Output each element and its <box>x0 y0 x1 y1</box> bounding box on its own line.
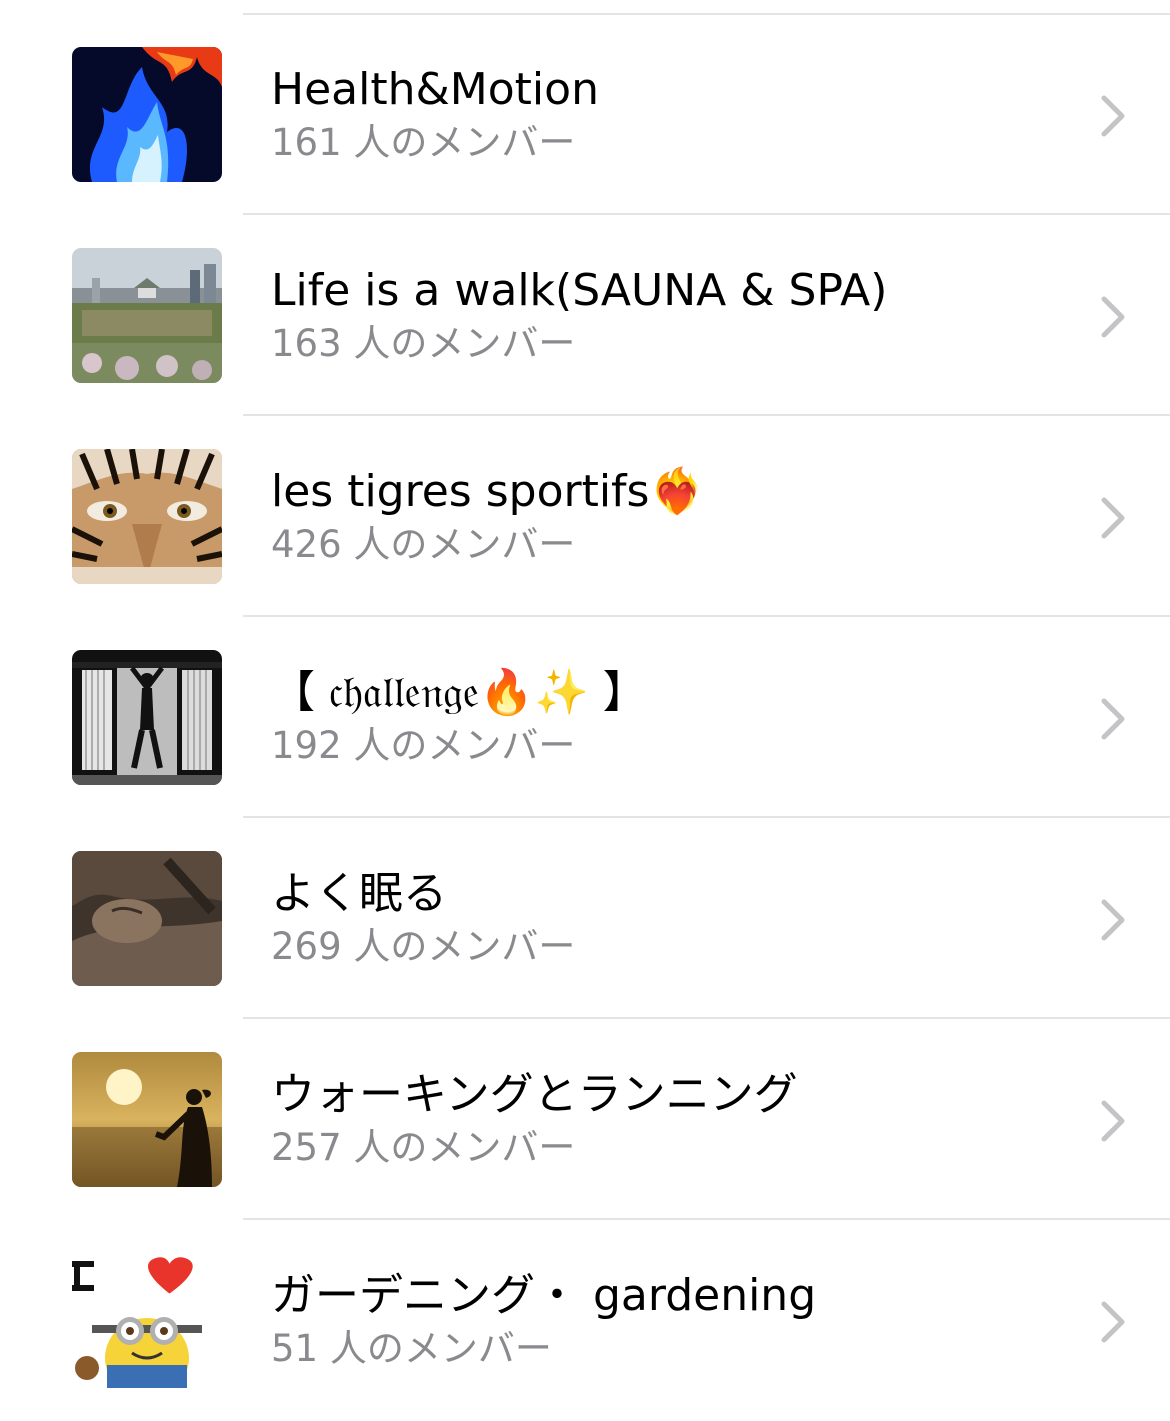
group-name: ウォーキングとランニング <box>271 1069 798 1120</box>
member-count: 269 人のメンバー <box>271 925 576 968</box>
city-castle-icon <box>72 248 222 383</box>
group-name: よく眠る <box>271 868 447 919</box>
group-thumbnail <box>72 449 222 584</box>
member-count: 51 人のメンバー <box>271 1327 552 1370</box>
sunset-runner-icon <box>72 1052 222 1187</box>
tiger-face-icon <box>72 449 222 584</box>
member-count: 426 人のメンバー <box>271 523 576 566</box>
member-count: 192 人のメンバー <box>271 724 576 767</box>
group-name: Health&Motion <box>271 64 599 115</box>
group-name: Life is a walk(SAUNA & SPA) <box>271 265 888 316</box>
member-count: 257 人のメンバー <box>271 1126 576 1169</box>
group-row[interactable]: 【 𝔠𝔥𝔞𝔩𝔩𝔢𝔫𝔤𝔢🔥✨ 】 192 人のメンバー <box>0 617 1170 818</box>
sleeping-cat-icon <box>72 851 222 986</box>
group-thumbnail <box>72 851 222 986</box>
blue-fire-icon <box>72 47 222 182</box>
chevron-right-icon <box>1096 496 1130 540</box>
group-name: ガーデニング・ gardening <box>271 1270 817 1321</box>
group-row[interactable]: よく眠る 269 人のメンバー <box>0 818 1170 1019</box>
chevron-right-icon <box>1096 898 1130 942</box>
group-row[interactable]: les tigres sportifs❤️‍🔥 426 人のメンバー <box>0 416 1170 617</box>
member-count: 163 人のメンバー <box>271 322 576 365</box>
chevron-right-icon <box>1096 295 1130 339</box>
group-thumbnail <box>72 650 222 785</box>
group-thumbnail <box>72 47 222 182</box>
chevron-right-icon <box>1096 697 1130 741</box>
group-thumbnail <box>72 248 222 383</box>
member-count: 161 人のメンバー <box>271 121 576 164</box>
group-list: Health&Motion 161 人のメンバー Life is a walk(… <box>0 14 1170 1421</box>
chevron-right-icon <box>1096 1099 1130 1143</box>
group-thumbnail <box>72 1052 222 1187</box>
group-thumbnail <box>72 1253 222 1388</box>
group-row[interactable]: Health&Motion 161 人のメンバー <box>0 14 1170 215</box>
group-name: 【 𝔠𝔥𝔞𝔩𝔩𝔢𝔫𝔤𝔢🔥✨ 】 <box>271 667 647 718</box>
group-row[interactable]: Life is a walk(SAUNA & SPA) 163 人のメンバー <box>0 215 1170 416</box>
group-name: les tigres sportifs❤️‍🔥 <box>271 466 705 517</box>
minion-heart-icon <box>72 1253 222 1388</box>
chevron-right-icon <box>1096 1300 1130 1344</box>
group-row[interactable]: ガーデニング・ gardening 51 人のメンバー <box>0 1220 1170 1421</box>
gym-silhouette-icon <box>72 650 222 785</box>
chevron-right-icon <box>1096 94 1130 138</box>
group-row[interactable]: ウォーキングとランニング 257 人のメンバー <box>0 1019 1170 1220</box>
